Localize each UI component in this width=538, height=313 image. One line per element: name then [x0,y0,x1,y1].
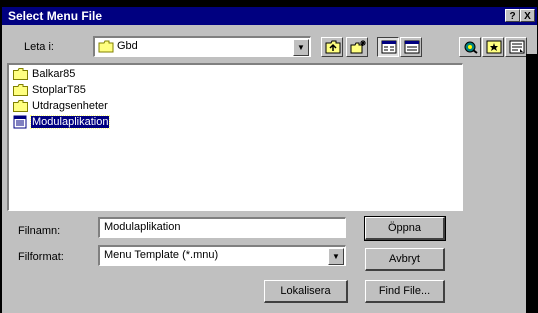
details-view-button[interactable] [400,37,422,57]
file-name: Modulaplikation [29,115,111,129]
list-item[interactable]: StoplarT85 [13,82,87,98]
chevron-down-icon[interactable]: ▼ [293,39,309,56]
bookmark-icon [486,40,502,54]
look-in-label: Leta i: [24,41,54,53]
filename-value: Modulaplikation [104,221,181,233]
title-bar[interactable]: Select Menu File ? X [2,7,537,25]
details-view-icon [404,40,420,54]
folder-icon [98,40,114,53]
fileformat-value: Menu Template (*.mnu) [104,249,219,261]
file-name: Utdragsenheter [32,100,108,112]
folder-icon [13,84,28,96]
locate-button[interactable]: Lokalisera [264,280,348,303]
select-menu-file-dialog: Select Menu File ? X Leta i: Gbd ▼ Balka… [2,7,537,313]
look-in-dropdown[interactable]: Gbd ▼ [93,36,311,57]
open-button[interactable]: Öppna [364,216,446,241]
file-name: StoplarT85 [32,84,86,96]
file-list[interactable]: Balkar85 StoplarT85 Utdragsenheter Modul… [7,63,463,211]
filename-input[interactable]: Modulaplikation [98,217,346,238]
background-desktop [526,54,538,313]
help-button[interactable]: ? [505,9,520,22]
create-new-folder-icon [350,40,366,54]
preview-button[interactable] [505,37,527,57]
list-item[interactable]: Balkar85 [13,66,76,82]
chevron-down-icon[interactable]: ▼ [328,248,344,265]
menu-file-icon [13,115,27,129]
create-new-folder-button[interactable] [346,37,368,57]
look-in-value: Gbd [117,40,138,52]
find-icon [464,41,478,54]
fileformat-label: Filformat: [18,251,64,263]
find-button[interactable] [459,37,481,57]
find-file-button[interactable]: Find File... [365,280,445,303]
preview-icon [509,40,525,54]
list-view-button[interactable] [377,37,399,57]
cancel-button[interactable]: Avbryt [365,248,445,271]
filename-label: Filnamn: [18,225,61,237]
folder-icon [13,100,28,112]
bookmark-button[interactable] [482,37,504,57]
list-view-icon [381,40,397,54]
up-one-level-button[interactable] [321,37,343,57]
fileformat-select[interactable]: Menu Template (*.mnu) ▼ [98,245,346,266]
list-item-selected[interactable]: Modulaplikation [13,114,111,130]
dialog-title: Select Menu File [8,9,103,23]
folder-icon [13,68,28,80]
up-one-level-icon [325,40,341,54]
list-item[interactable]: Utdragsenheter [13,98,109,114]
close-button[interactable]: X [520,9,535,22]
file-name: Balkar85 [32,68,76,80]
